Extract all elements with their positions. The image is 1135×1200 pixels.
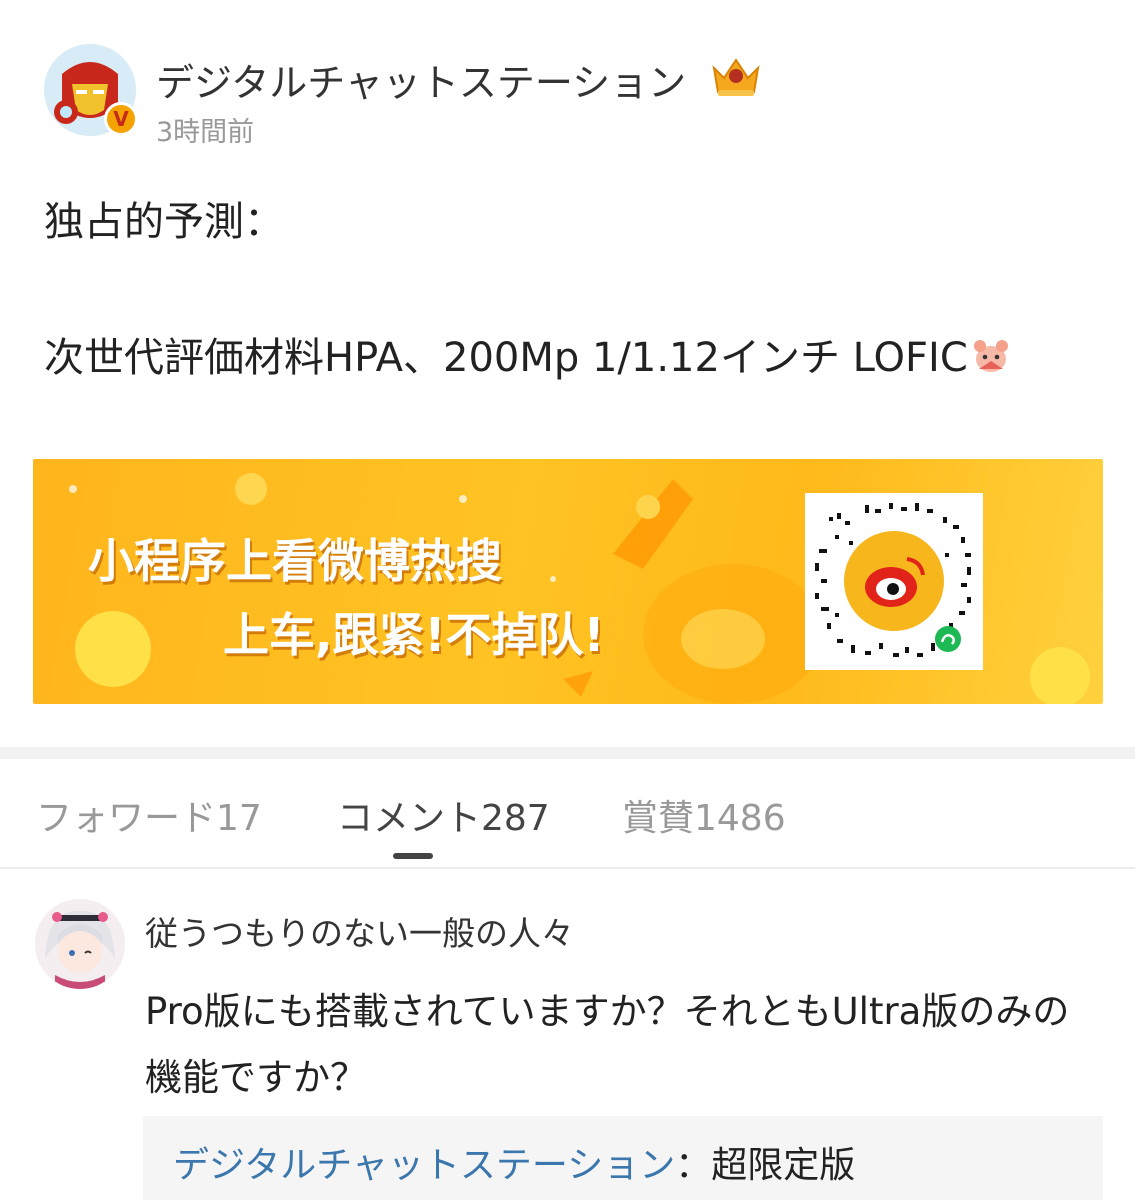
tab-like[interactable]: 賞賛1486 — [622, 789, 786, 841]
commenter-name[interactable]: 従うつもりのない一般の人々 — [145, 907, 574, 955]
post-text-line: 独占的予測： — [44, 199, 284, 245]
tab-comment[interactable]: コメント287 — [337, 789, 550, 841]
crown-icon[interactable] — [710, 54, 762, 100]
active-tab-indicator — [393, 853, 433, 859]
post-header: V デジタルチャットステーション 3時間前 — [44, 40, 1104, 150]
interaction-tabs: フォワード17 コメント287 賞賛1486 — [0, 759, 1135, 869]
reply-text: 超限定版 — [711, 1145, 856, 1186]
banner-headline: 小程序上看微博热搜 — [88, 534, 502, 588]
comment-item: 従うつもりのない一般の人々 Pro版にも搭載されていますか？それともUltra版… — [0, 871, 1135, 1200]
post-text: 次世代評価材料HPA、200Mp 1/1.12インチ LOFIC — [44, 335, 968, 381]
commenter-avatar[interactable] — [35, 899, 125, 989]
banner-subline: 上车,跟紧!不掉队! — [223, 608, 605, 662]
doge-fan-emoji-icon — [973, 340, 1008, 372]
verified-icon: V — [104, 102, 138, 136]
post-text-line: 次世代評価材料HPA、200Mp 1/1.12インチ LOFIC — [44, 332, 1012, 384]
reply-separator: ： — [675, 1145, 712, 1186]
reply-preview[interactable]: デジタルチャットステーション：超限定版 — [143, 1116, 1103, 1200]
reply-line: デジタルチャットステーション：超限定版 — [173, 1136, 855, 1188]
post-timestamp: 3時間前 — [156, 117, 255, 148]
author-name[interactable]: デジタルチャットステーション — [156, 52, 686, 107]
reply-author-link[interactable]: デジタルチャットステーション — [173, 1145, 675, 1186]
mini-program-qr-code[interactable] — [805, 493, 983, 670]
section-divider — [0, 747, 1135, 759]
mini-program-banner[interactable]: 小程序上看微博热搜 上车,跟紧!不掉队! — [33, 459, 1103, 704]
comment-text: Pro版にも搭載されていますか？それともUltra版のみの機能ですか？ — [145, 990, 1070, 1099]
tab-forward[interactable]: フォワード17 — [36, 789, 262, 841]
